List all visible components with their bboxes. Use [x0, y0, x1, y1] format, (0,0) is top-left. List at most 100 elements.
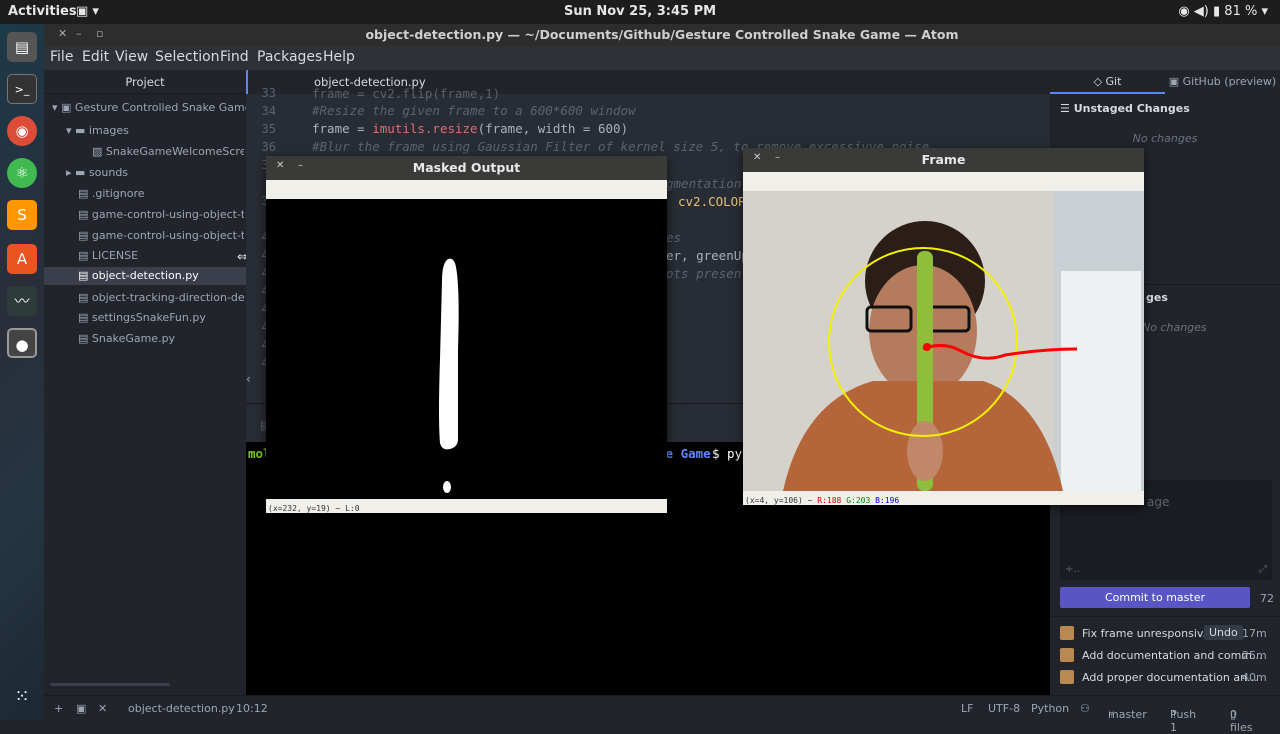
tree-file-game-control-2[interactable]: ▤ game-control-using-object-track — [78, 227, 244, 245]
person-icon[interactable]: ⚇ — [1080, 702, 1090, 715]
commit-message: Add proper documentation an... — [1082, 671, 1258, 684]
close-icon[interactable]: ✕ — [98, 702, 107, 715]
system-top-bar: Activities ▣ ▾ Sun Nov 25, 3:45 PM ◉ ◀) … — [0, 0, 1280, 24]
menu-bar: File Edit View Selection Find Packages H… — [44, 46, 1280, 70]
status-grammar[interactable]: Python — [1031, 702, 1069, 715]
code-line[interactable]: frame = imutils.resize(frame, width = 60… — [312, 121, 628, 136]
project-header[interactable]: Project — [44, 70, 246, 94]
dock: ▤ >_ ◉ ⚛ S A 〰 ● ⁙ — [0, 24, 44, 720]
line-number: 33 — [261, 86, 276, 100]
line-number: 35 — [261, 122, 276, 136]
line-number: 36 — [261, 140, 276, 154]
frame-window-title[interactable]: Frame — [743, 148, 1144, 172]
sublime-icon[interactable]: S — [7, 200, 37, 230]
co-author-icon[interactable]: +‥ — [1065, 564, 1080, 575]
list-item[interactable]: Add documentation and comm... 25m — [1060, 648, 1276, 666]
menu-edit[interactable]: Edit — [82, 49, 109, 65]
tree-scrollbar[interactable] — [50, 683, 170, 686]
list-item[interactable]: Fix frame unresponsiv... Undo 17m — [1060, 625, 1276, 644]
tree-root[interactable]: ▾ ▣ Gesture Controlled Snake Game — [52, 99, 252, 117]
tab-github[interactable]: ▣ GitHub (preview) — [1165, 70, 1280, 94]
software-center-icon[interactable]: A — [7, 244, 37, 274]
code-fragment[interactable]: es — [666, 230, 681, 245]
files-icon[interactable]: ▤ — [7, 32, 37, 62]
tab-git[interactable]: ◇ Git — [1050, 70, 1165, 94]
commit-message: Add documentation and comm... — [1082, 649, 1263, 662]
terminal-icon[interactable]: >_ — [7, 74, 37, 104]
system-tray[interactable]: ◉ ◀) ▮ 81 % ▾ — [1178, 4, 1268, 19]
no-changes-unstaged: No changes — [1132, 132, 1198, 145]
menu-view[interactable]: View — [115, 49, 148, 65]
menu-file[interactable]: File — [50, 49, 73, 65]
code-comment[interactable]: #Resize the given frame to a 600*600 win… — [312, 103, 636, 118]
wifi-icon: ◉ ◀) ▮ — [1178, 4, 1225, 19]
tree-folder-images[interactable]: ▾ ▬ images — [66, 122, 129, 140]
code-fragment[interactable]: ots present — [666, 266, 749, 281]
list-icon: ☰ — [1060, 102, 1074, 115]
tree-file-snakegame[interactable]: ▤ SnakeGame.py — [78, 330, 244, 348]
tree-file-license[interactable]: ▤ LICENSE — [78, 247, 244, 265]
window-title: object-detection.py — ~/Documents/Github… — [365, 27, 959, 42]
tree-item-label: game-control-using-object-track — [91, 229, 244, 242]
battery-label: 81 % — [1224, 4, 1258, 19]
tree-file-welcome[interactable]: ▨ SnakeGameWelcomeScreen. — [92, 143, 244, 161]
screen-recorder-icon[interactable]: ● — [7, 328, 37, 358]
minimize-icon[interactable]: – — [775, 152, 780, 163]
code-fragment[interactable]: er, greenUp — [666, 248, 749, 263]
frame-window[interactable]: Frame ✕ – (x=4, y=106) ~ R:188 G:203 B:1… — [743, 148, 1144, 505]
tree-item-label: SnakeGameWelcomeScreen. — [105, 145, 244, 158]
tree-item-label: SnakeGame.py — [91, 332, 176, 345]
tree-item-label: settingsSnakeFun.py — [91, 311, 206, 324]
menu-packages[interactable]: Packages — [257, 49, 322, 65]
file-icon: ▤ — [78, 187, 92, 200]
expand-icon[interactable]: ⤢ — [1259, 564, 1267, 575]
tree-item-label: sounds — [88, 166, 129, 179]
terminal-icon[interactable]: ▣ — [76, 702, 86, 715]
close-icon[interactable]: ✕ — [753, 152, 761, 163]
tree-file-object-detection[interactable]: ▤ object-detection.py — [44, 267, 246, 285]
undo-button[interactable]: Undo — [1204, 625, 1243, 640]
atom-icon[interactable]: ⚛ — [7, 158, 37, 188]
code-fragment[interactable]: gmentation — [666, 176, 741, 191]
unstaged-header[interactable]: ☰ Unstaged Changes — [1060, 102, 1190, 115]
commit-time: 17m — [1242, 627, 1267, 640]
list-item[interactable]: Add proper documentation an... 40m — [1060, 670, 1276, 688]
status-cursor-position[interactable]: 10:12 — [236, 702, 268, 715]
file-icon: ▤ — [78, 291, 92, 304]
code-token: frame = — [312, 121, 373, 136]
minimize-icon[interactable]: – — [298, 160, 303, 171]
collapse-panel-icon[interactable]: ‹ — [246, 372, 251, 386]
tab-git-label: Git — [1105, 75, 1122, 88]
tree-file-settings[interactable]: ▤ settingsSnakeFun.py — [78, 309, 244, 327]
tree-file-gitignore[interactable]: ▤ .gitignore — [78, 185, 244, 203]
status-file[interactable]: object-detection.py — [128, 702, 235, 715]
clock[interactable]: Sun Nov 25, 3:45 PM — [0, 4, 1280, 19]
divider — [1050, 616, 1280, 617]
code-line[interactable]: frame = cv2.flip(frame,1) — [312, 86, 500, 101]
status-line-ending[interactable]: LF — [961, 702, 973, 715]
git-icon: ◇ — [1093, 75, 1106, 88]
masked-window-title[interactable]: Masked Output — [266, 156, 667, 180]
system-monitor-icon[interactable]: 〰 — [7, 286, 37, 316]
commit-message: Fix frame unresponsiv... — [1082, 627, 1214, 640]
staged-header[interactable]: ges — [1146, 291, 1168, 304]
file-icon: ▤ — [78, 332, 92, 345]
push-label: Push 1 — [1170, 708, 1197, 734]
menu-selection[interactable]: Selection — [155, 49, 220, 65]
files-label: 0 files — [1230, 708, 1253, 734]
masked-output-window[interactable]: Masked Output ✕ – (x=232, y=19) ~ L:0 — [266, 156, 667, 513]
tree-file-game-control-1[interactable]: ▤ game-control-using-object-track — [78, 206, 244, 224]
show-apps-icon[interactable]: ⁙ — [7, 682, 37, 712]
chevron-down-icon: ▾ ▬ — [66, 124, 89, 137]
avatar — [1060, 670, 1074, 684]
chrome-icon[interactable]: ◉ — [7, 116, 37, 146]
close-icon[interactable]: ✕ — [276, 160, 284, 171]
add-icon[interactable]: + — [54, 702, 63, 715]
code-fragment[interactable]: cv2.COLOR — [678, 194, 746, 209]
status-encoding[interactable]: UTF-8 — [988, 702, 1020, 715]
tree-folder-sounds[interactable]: ▸ ▬ sounds — [66, 164, 128, 182]
commit-button[interactable]: Commit to master — [1060, 587, 1250, 608]
menu-find[interactable]: Find — [220, 49, 249, 65]
tree-file-object-tracking[interactable]: ▤ object-tracking-direction-detect — [78, 289, 244, 307]
menu-help[interactable]: Help — [323, 49, 355, 65]
